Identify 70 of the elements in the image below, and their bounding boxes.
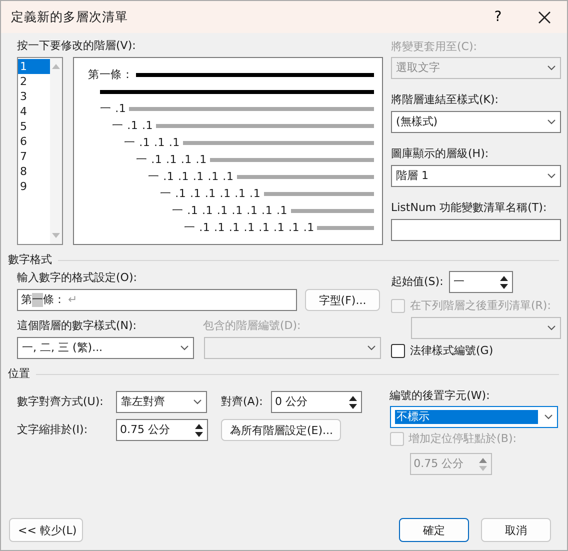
field-label: 這個階層的數字樣式(N): bbox=[17, 319, 138, 333]
preview-number: 一 .1 .1 .1 .1 .1 bbox=[148, 170, 234, 184]
preview-number: 第一條： bbox=[88, 68, 134, 82]
cancel-button[interactable]: 取消 bbox=[481, 518, 551, 542]
down-arrow-icon[interactable] bbox=[500, 284, 508, 288]
up-arrow-icon[interactable] bbox=[195, 424, 203, 428]
section-title: 位置 bbox=[8, 367, 30, 381]
field-label: 起始值(S): bbox=[391, 275, 444, 289]
field-label: 對齊(A): bbox=[221, 395, 264, 409]
field-label: 包含的階層編號(D): bbox=[203, 319, 301, 333]
level-item[interactable]: 2 bbox=[18, 74, 50, 89]
chevron-down-icon bbox=[547, 119, 556, 125]
preview-number: 一 .1 .1 .1 .1 .1 .1 bbox=[160, 186, 261, 200]
field-label: 圖庫顯示的層級(H): bbox=[391, 147, 490, 161]
less-button[interactable]: << 較少(L) bbox=[9, 518, 83, 542]
checkbox-label: 增加定位停駐點於(B): bbox=[408, 432, 516, 446]
level-item[interactable]: 7 bbox=[18, 149, 50, 164]
set-all-levels-button[interactable]: 為所有階層設定(E)... bbox=[221, 419, 341, 441]
chevron-down-icon bbox=[180, 345, 189, 351]
preview-number: 一 .1 .1 .1 bbox=[124, 136, 180, 150]
level-item[interactable]: 9 bbox=[18, 179, 50, 194]
spinner-field[interactable]: 0.75 公分 bbox=[116, 419, 208, 441]
level-item[interactable]: 8 bbox=[18, 164, 50, 179]
chevron-down-icon bbox=[547, 325, 556, 331]
input-field[interactable]: 第一條： ↵ bbox=[17, 289, 297, 311]
preview-number: 一 .1 .1 .1 .1 bbox=[136, 152, 207, 166]
chevron-down-icon bbox=[367, 345, 376, 351]
preview-number: 一 .1 .1 .1 .1 .1 .1 .1 bbox=[172, 204, 288, 218]
preview-number: 一 .1 .1 bbox=[112, 118, 154, 132]
dropdown[interactable]: 一, 二, 三 (繁)... bbox=[17, 337, 194, 359]
help-button[interactable]: ? bbox=[475, 1, 521, 33]
ok-button[interactable]: 確定 bbox=[399, 518, 469, 542]
field-label: 將變更套用至(C): bbox=[391, 40, 478, 54]
spinner-field[interactable]: 0 公分 bbox=[271, 391, 362, 413]
section-title: 數字格式 bbox=[8, 253, 52, 267]
chevron-down-icon bbox=[547, 65, 556, 71]
field-label: ListNum 功能變數清單名稱(T): bbox=[391, 201, 548, 215]
preview-number: 一 .1 .1 .1 .1 .1 .1 .1 .1 bbox=[184, 220, 314, 234]
chevron-down-icon bbox=[547, 173, 556, 179]
level-item[interactable]: 1 bbox=[18, 59, 50, 74]
field-label: 編號的後置字元(W): bbox=[390, 389, 491, 403]
dropdown[interactable]: 不標示 bbox=[390, 406, 558, 428]
preview-number: 一 .1 bbox=[100, 102, 126, 116]
up-arrow-icon[interactable] bbox=[500, 276, 508, 280]
up-arrow-icon[interactable] bbox=[349, 396, 357, 400]
down-arrow-icon[interactable] bbox=[349, 404, 357, 408]
down-arrow-icon[interactable] bbox=[195, 432, 203, 436]
dropdown[interactable]: 靠左對齊 bbox=[116, 391, 207, 413]
window-title: 定義新的多層次清單 bbox=[11, 10, 129, 24]
field-label: 輸入數字的格式設定(O): bbox=[17, 271, 138, 285]
field-label: 將階層連結至樣式(K): bbox=[391, 93, 500, 107]
level-listbox[interactable]: 1 2 3 4 5 6 7 8 9 bbox=[17, 57, 63, 245]
level-item[interactable]: 5 bbox=[18, 119, 50, 134]
checkbox-label: 在下列階層之後重列清單(R): bbox=[410, 299, 551, 313]
font-button[interactable]: 字型(F)... bbox=[305, 289, 380, 311]
field-label: 按一下要修改的階層(V): bbox=[17, 39, 137, 53]
field-label: 數字對齊方式(U): bbox=[17, 395, 104, 409]
checkbox-label: 法律樣式編號(G) bbox=[410, 344, 494, 358]
chevron-down-icon bbox=[193, 399, 202, 405]
input-field[interactable] bbox=[391, 219, 561, 241]
level-item[interactable]: 3 bbox=[18, 89, 50, 104]
close-icon bbox=[538, 10, 550, 24]
dropdown[interactable]: 階層 1 bbox=[391, 165, 561, 187]
level-item[interactable]: 6 bbox=[18, 134, 50, 149]
checkbox[interactable] bbox=[391, 344, 405, 358]
spinner-field[interactable]: 一 bbox=[449, 271, 514, 293]
dropdown[interactable]: (無樣式) bbox=[391, 111, 561, 133]
level-item[interactable]: 4 bbox=[18, 104, 50, 119]
chevron-down-icon bbox=[544, 414, 553, 420]
field-label: 文字縮排於(I): bbox=[17, 423, 89, 437]
